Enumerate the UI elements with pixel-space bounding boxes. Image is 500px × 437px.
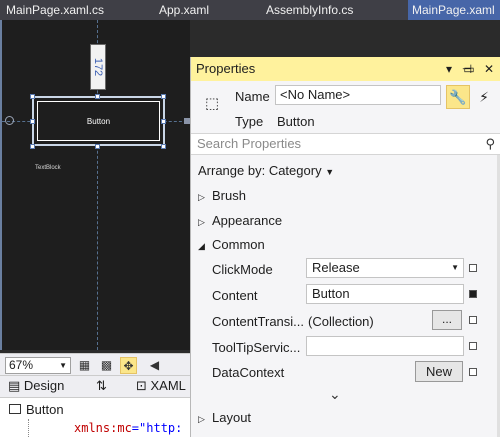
- object-icon: ⬚: [204, 95, 220, 112]
- resize-handle-e[interactable]: [161, 119, 166, 124]
- content-field[interactable]: Button: [306, 284, 464, 304]
- margin-measure: 172: [90, 44, 106, 90]
- xaml-editor[interactable]: xmlns:mc="http:: [0, 419, 190, 437]
- margin-pin-icon[interactable]: [5, 116, 14, 125]
- tooltipservice-field[interactable]: [306, 336, 464, 356]
- zoom-value: 67%: [9, 358, 34, 372]
- code-line: xmlns:mc="http:: [74, 421, 183, 435]
- tooltipservice-label: ToolTipServic...: [212, 340, 301, 355]
- close-icon[interactable]: ✕: [481, 61, 497, 77]
- arrange-by-label: Arrange by: Category: [198, 163, 322, 178]
- collection-editor-button[interactable]: ...: [432, 310, 462, 330]
- expand-icon: ▷: [198, 414, 205, 424]
- maximize-icon[interactable]: ▭: [461, 61, 477, 77]
- indent-guide: [28, 419, 29, 437]
- view-switcher: ▤ Design ⇅ ⊡ XAML: [0, 375, 190, 397]
- tab-label: MainPage.xaml.cs: [6, 3, 105, 17]
- element-selector-bar: Button: [0, 397, 190, 419]
- design-surface[interactable]: 172 Button TextBlock: [0, 20, 192, 350]
- type-value: Button: [277, 114, 315, 129]
- dropdown-arrow-icon: ▼: [325, 167, 335, 177]
- tab-label: App.xaml: [159, 3, 210, 17]
- category-label: Layout: [212, 410, 252, 425]
- dropdown-arrow-icon: ▼: [451, 263, 459, 272]
- resize-handle-s[interactable]: [95, 144, 100, 149]
- zoom-dropdown[interactable]: 67% ▼: [5, 357, 71, 374]
- contenttransitions-value: (Collection): [308, 314, 374, 329]
- search-icon: ⚲: [485, 136, 495, 151]
- tab-mainpage-xaml[interactable]: MainPage.xaml: [408, 0, 500, 20]
- collapse-icon: ◢: [198, 241, 205, 251]
- category-appearance[interactable]: ▷ Appearance: [198, 213, 282, 228]
- designer-toolbar: 67% ▼ ▦ ▩ ✥ ◀: [0, 353, 190, 375]
- window-dropdown-icon[interactable]: ▾: [441, 61, 457, 77]
- clickmode-label: ClickMode: [212, 262, 273, 277]
- search-placeholder: Search Properties: [197, 136, 302, 151]
- name-field[interactable]: <No Name>: [275, 85, 441, 105]
- grid-icon[interactable]: ▦: [76, 357, 93, 374]
- category-layout[interactable]: ▷ Layout: [198, 410, 251, 425]
- document-tab-bar: MainPage.xaml.cs App.xaml AssemblyInfo.c…: [0, 0, 500, 20]
- category-brush[interactable]: ▷ Brush: [198, 188, 246, 203]
- xaml-view-label: XAML: [150, 378, 186, 393]
- resize-handle-n[interactable]: [95, 94, 100, 99]
- selected-button-element[interactable]: Button: [32, 96, 165, 146]
- element-selector-label: Button: [26, 402, 64, 417]
- resize-handle-sw[interactable]: [30, 144, 35, 149]
- button-element-icon: [9, 404, 21, 414]
- tab-label: MainPage.xaml: [412, 3, 495, 17]
- design-view-icon: ▤: [8, 378, 24, 393]
- tab-mainpage-xaml-cs[interactable]: MainPage.xaml.cs: [2, 0, 142, 20]
- name-label: Name: [235, 89, 270, 104]
- button-preview-label: Button: [86, 116, 111, 126]
- show-advanced-chevron-down-icon[interactable]: ⌄: [329, 386, 341, 403]
- tab-assemblyinfo-cs[interactable]: AssemblyInfo.cs: [262, 0, 392, 20]
- properties-panel: Properties ▾ ⊣ ▭ ✕ ⬚ Name <No Name> 🔧 ⚡ …: [190, 57, 500, 437]
- property-marker[interactable]: [469, 368, 477, 376]
- property-marker-set[interactable]: [469, 290, 477, 298]
- new-datacontext-button[interactable]: New: [415, 361, 463, 382]
- resize-handle-se[interactable]: [161, 144, 166, 149]
- tab-label: AssemblyInfo.cs: [266, 3, 354, 17]
- clickmode-dropdown[interactable]: Release ▼: [306, 258, 464, 278]
- expand-icon: ▷: [198, 192, 205, 202]
- category-label: Brush: [212, 188, 246, 203]
- properties-toggle-wrench-icon[interactable]: 🔧: [446, 85, 470, 109]
- search-properties-input[interactable]: Search Properties ⚲: [191, 133, 500, 155]
- content-label: Content: [212, 288, 258, 303]
- snap-grid-icon[interactable]: ▩: [98, 357, 115, 374]
- properties-title: Properties: [196, 61, 256, 76]
- events-toggle-lightning-icon[interactable]: ⚡: [472, 85, 496, 109]
- expand-icon: ▷: [198, 217, 205, 227]
- tab-app-xaml[interactable]: App.xaml: [155, 0, 255, 20]
- category-label: Appearance: [212, 213, 283, 228]
- textblock-element[interactable]: TextBlock: [35, 165, 61, 171]
- datacontext-label: DataContext: [212, 365, 285, 380]
- property-marker[interactable]: [469, 264, 477, 272]
- button-preview: Button: [37, 101, 160, 141]
- xaml-view-tab[interactable]: ⊡ XAML: [136, 378, 186, 394]
- category-common[interactable]: ◢ Common: [198, 237, 265, 252]
- property-marker[interactable]: [469, 342, 477, 350]
- snap-lines-icon[interactable]: ✥: [120, 357, 137, 374]
- contenttransitions-label: ContentTransi...: [212, 314, 305, 329]
- element-selector[interactable]: Button: [6, 401, 186, 418]
- property-marker[interactable]: [469, 316, 477, 324]
- category-label: Common: [212, 237, 265, 252]
- type-label: Type: [235, 114, 264, 129]
- design-view-tab[interactable]: ▤ Design: [8, 378, 64, 394]
- collapse-left-icon[interactable]: ◀: [146, 357, 163, 374]
- clickmode-value: Release: [312, 260, 360, 275]
- arrange-by-dropdown[interactable]: Arrange by: Category ▼: [198, 163, 334, 178]
- swap-panes-icon[interactable]: ⇅: [96, 378, 107, 394]
- dropdown-arrow-icon: ▼: [59, 361, 67, 370]
- resize-handle-w[interactable]: [30, 119, 35, 124]
- resize-handle-ne[interactable]: [161, 94, 166, 99]
- design-view-label: Design: [23, 378, 65, 393]
- xaml-view-icon: ⊡: [136, 378, 151, 393]
- resize-handle-nw[interactable]: [30, 94, 35, 99]
